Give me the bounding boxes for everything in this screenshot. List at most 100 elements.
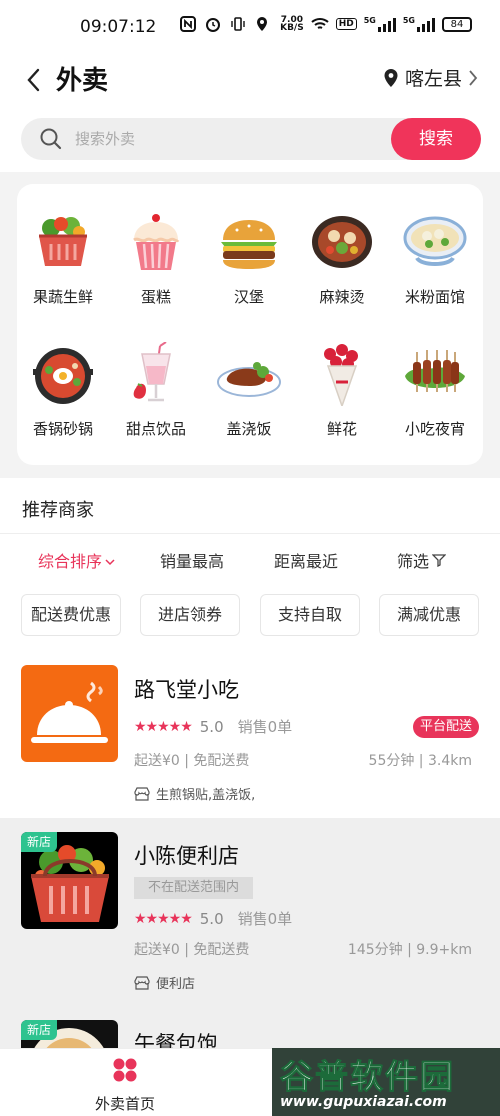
- nav-home-label: 外卖首页: [94, 1095, 155, 1113]
- category-claypot[interactable]: 香锅砂锅: [18, 342, 108, 439]
- category-malatang[interactable]: 麻辣烫: [297, 210, 387, 307]
- chip-coupon[interactable]: 进店领券: [140, 594, 240, 636]
- category-rice[interactable]: 盖浇饭: [204, 342, 294, 439]
- category-label: 甜点饮品: [125, 420, 186, 438]
- platform-delivery-badge: 平台配送: [412, 716, 479, 738]
- food-cloche-icon: [31, 681, 108, 743]
- produce-basket-icon: [31, 210, 95, 274]
- search-input[interactable]: [75, 126, 375, 152]
- out-of-range-badge: 不在配送范围内: [134, 877, 254, 899]
- recommend-section: 推荐商家 综合排序 销量最高 距离最近 筛选 配送费优惠 进店领券 支持自取 满…: [0, 478, 500, 650]
- category-snacks[interactable]: 小吃夜宵: [390, 342, 480, 439]
- skewers-icon: [403, 342, 467, 406]
- search-icon: [40, 128, 62, 150]
- steak-plate-icon: [217, 342, 281, 406]
- new-store-badge: 新店: [21, 1020, 58, 1040]
- category-cake[interactable]: 蛋糕: [111, 210, 201, 307]
- tag-text: 便利店: [156, 977, 196, 992]
- shop-icon: [134, 786, 150, 801]
- noodle-bowl-icon: [403, 210, 467, 274]
- sort-sales[interactable]: 销量最高: [160, 548, 224, 572]
- category-flowers[interactable]: 鲜花: [297, 342, 387, 439]
- category-label: 香锅砂锅: [32, 420, 93, 438]
- sort-label: 综合排序: [38, 552, 103, 571]
- sales-count: 销售0单: [237, 718, 293, 736]
- location-selector[interactable]: 喀左县: [383, 64, 478, 91]
- store-name: 小陈便利店: [134, 844, 239, 868]
- alarm-icon: [205, 16, 223, 32]
- rating-value: 5.0: [199, 909, 224, 928]
- section-title: 推荐商家: [22, 500, 94, 521]
- delivery-fee: 起送¥0 | 免配送费: [134, 753, 250, 769]
- search-button[interactable]: 搜索: [391, 118, 481, 160]
- star-icons: ★★★★★: [134, 910, 193, 927]
- category-label: 果蔬生鲜: [32, 288, 93, 306]
- filter-icon: [431, 554, 447, 568]
- home-grid-icon: [113, 1058, 137, 1082]
- burger-icon: [217, 210, 281, 274]
- category-noodle[interactable]: 米粉面馆: [390, 210, 480, 307]
- hotpot-bowl-icon: [310, 210, 374, 274]
- store-name: 路飞堂小吃: [134, 678, 239, 702]
- store-name: 午餐包饱: [134, 1032, 218, 1048]
- category-label: 蛋糕: [140, 288, 171, 306]
- category-label: 鲜花: [326, 420, 357, 438]
- tag-text: 生煎锅贴,盖浇饭,: [156, 788, 256, 803]
- location-pin-icon: [384, 68, 398, 87]
- chip-pickup[interactable]: 支持自取: [260, 594, 360, 636]
- sort-comprehensive[interactable]: 综合排序: [38, 548, 116, 572]
- category-label: 米粉面馆: [404, 288, 465, 306]
- drink-glass-icon: [124, 341, 188, 406]
- watermark-url: www.gupuxiazai.com: [280, 1094, 447, 1110]
- hd-icon: HD: [335, 18, 357, 30]
- nav-home[interactable]: 外卖首页: [85, 1057, 165, 1114]
- new-store-badge: 新店: [21, 832, 58, 852]
- location-pin-icon: [255, 16, 273, 32]
- sort-filter[interactable]: 筛选: [397, 548, 447, 572]
- category-label: 麻辣烫: [319, 288, 365, 306]
- store-logo: 新店: [21, 1020, 118, 1048]
- sort-distance[interactable]: 距离最近: [274, 548, 338, 572]
- flower-bouquet-icon: [310, 342, 374, 409]
- watermark-title: 谷普软件园: [280, 1057, 455, 1097]
- claypot-icon: [31, 342, 95, 406]
- chip-delivery-discount[interactable]: 配送费优惠: [21, 594, 121, 636]
- category-label: 小吃夜宵: [404, 420, 465, 438]
- chip-full-reduction[interactable]: 满减优惠: [379, 594, 479, 636]
- back-arrow-icon[interactable]: [22, 65, 46, 95]
- store-card[interactable]: 新店 小陈便利店 不在配送范围内 ★★★★★ 5.0 销售0单 起送¥0 | 免…: [0, 818, 500, 1008]
- category-label: 汉堡: [233, 288, 264, 306]
- location-label: 喀左县: [404, 68, 462, 90]
- network-label: 5G: [363, 16, 376, 25]
- store-tags: 生煎锅贴,盖浇饭,: [134, 784, 255, 803]
- category-produce[interactable]: 果蔬生鲜: [18, 210, 108, 307]
- search-bar: 搜索: [0, 108, 500, 172]
- store-tags: 便利店: [134, 973, 195, 992]
- status-time: 09:07:12: [80, 17, 157, 37]
- category-drinks[interactable]: 甜点饮品: [111, 341, 201, 439]
- store-logo: 新店: [21, 832, 118, 929]
- search-field[interactable]: 搜索: [21, 118, 481, 160]
- delivery-eta: 55分钟 | 3.4km: [368, 753, 472, 769]
- vibrate-icon: [230, 16, 248, 32]
- store-rating: ★★★★★ 5.0 销售0单: [134, 908, 292, 929]
- signal-icon-2: 5G: [403, 16, 435, 32]
- delivery-fee: 起送¥0 | 免配送费: [134, 942, 250, 958]
- store-card[interactable]: 新店 午餐包饱: [0, 1008, 500, 1048]
- status-icons: 7.00 KB/S HD 5G 5G 84: [180, 16, 472, 33]
- cupcake-icon: [124, 210, 188, 274]
- star-icons: ★★★★★: [134, 718, 193, 735]
- delivery-eta: 145分钟 | 9.9+km: [347, 942, 472, 958]
- network-label-2: 5G: [402, 16, 415, 25]
- rating-value: 5.0: [199, 717, 224, 736]
- filter-label: 筛选: [397, 552, 430, 571]
- store-card[interactable]: 路飞堂小吃 ★★★★★ 5.0 销售0单 平台配送 起送¥0 | 免配送费 55…: [0, 650, 500, 818]
- sales-count: 销售0单: [237, 910, 293, 928]
- chevron-right-icon: [469, 69, 478, 86]
- top-bar: 外卖 喀左县: [0, 56, 500, 108]
- category-burger[interactable]: 汉堡: [204, 210, 294, 307]
- status-bar: 09:07:12 7.00 KB/S HD 5G 5G 84: [0, 0, 500, 56]
- battery-icon: 84: [442, 16, 472, 32]
- wifi-icon: [311, 16, 329, 32]
- store-logo: [21, 665, 118, 762]
